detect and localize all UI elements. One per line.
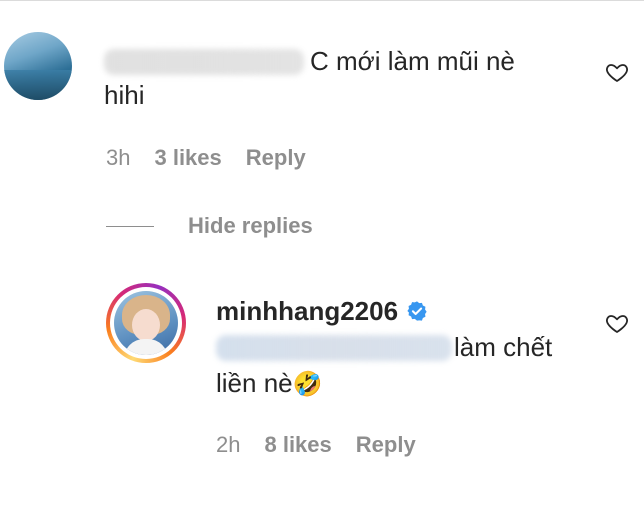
rofl-emoji: 🤣	[292, 371, 323, 398]
heart-icon[interactable]	[605, 311, 629, 335]
comment-text-line1: C mới làm mũi nè	[310, 46, 515, 76]
reply-likes-count[interactable]: 8 likes	[264, 432, 331, 458]
comment-meta: 3h 3 likes Reply	[106, 145, 306, 171]
blurred-mention[interactable]	[216, 335, 452, 361]
reply-text-line2: liền nè	[216, 368, 293, 398]
verified-badge-icon	[407, 301, 427, 321]
commenter-avatar[interactable]	[4, 32, 72, 100]
heart-icon[interactable]	[605, 60, 629, 84]
top-divider	[0, 0, 644, 1]
hide-replies-button[interactable]: Hide replies	[106, 213, 313, 239]
reply-comment: minhhang2206 làm chết liền nè🤣	[216, 293, 586, 403]
reply-avatar-story-ring[interactable]	[106, 283, 186, 363]
reply-avatar-face	[132, 309, 160, 341]
comment-text-line2: hihi	[104, 80, 145, 110]
reply-time: 2h	[216, 432, 241, 457]
reply-username-wrap[interactable]: minhhang2206	[216, 293, 428, 329]
reply-reply-button[interactable]: Reply	[356, 432, 416, 458]
reply-username[interactable]: minhhang2206	[216, 293, 398, 329]
reply-avatar-body	[124, 339, 168, 355]
reply-avatar-border	[110, 287, 182, 359]
reply-button[interactable]: Reply	[246, 145, 306, 171]
reply-text-part1: làm chết	[454, 332, 553, 362]
comment-text: C mới làm mũi nè hihi	[104, 44, 574, 112]
hide-replies-label: Hide replies	[188, 213, 313, 238]
reply-avatar	[114, 291, 178, 355]
hide-replies-line	[106, 225, 154, 227]
blurred-username[interactable]	[104, 49, 304, 75]
comment-time: 3h	[106, 145, 131, 170]
reply-meta: 2h 8 likes Reply	[216, 432, 416, 458]
comment-likes-count[interactable]: 3 likes	[154, 145, 221, 171]
